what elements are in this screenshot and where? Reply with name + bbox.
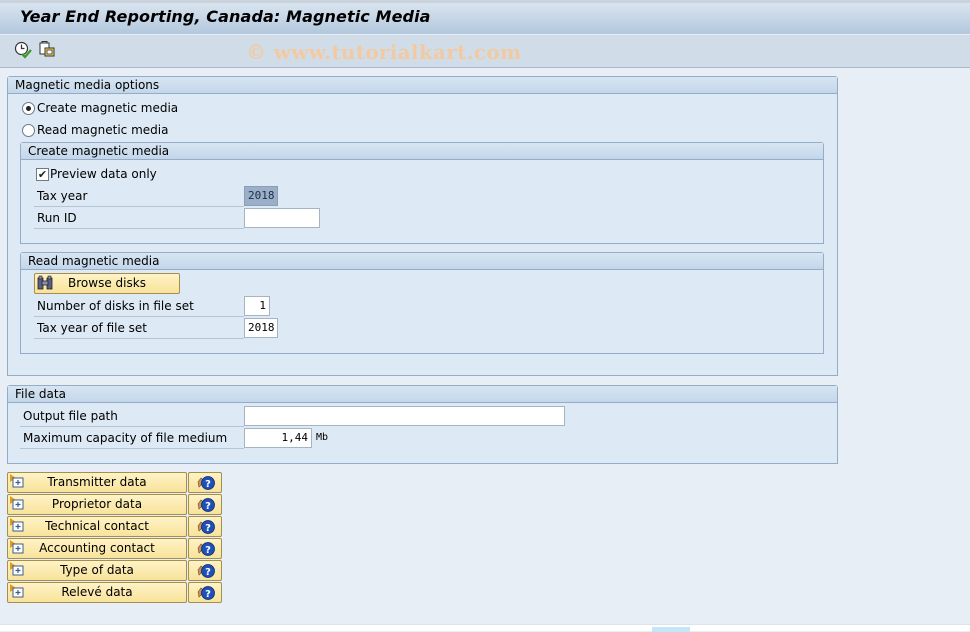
num-disks-input[interactable]: 1	[244, 296, 270, 316]
num-disks-label-row: Number of disks in file set	[34, 296, 244, 317]
execute-clock-icon[interactable]	[14, 41, 32, 59]
run-id-label-row: Run ID	[34, 208, 244, 229]
data-section-label: Transmitter data	[47, 475, 147, 489]
data-section-button[interactable]: Transmitter data	[7, 472, 187, 493]
create-magnetic-media-radio[interactable]	[22, 102, 35, 115]
data-section-button[interactable]: Proprietor data	[7, 494, 187, 515]
svg-text:?: ?	[205, 479, 211, 490]
help-button[interactable]: ?	[188, 472, 222, 493]
help-button[interactable]: ?	[188, 560, 222, 581]
svg-text:?: ?	[205, 501, 211, 512]
preview-data-only-label: Preview data only	[50, 167, 157, 181]
binoculars-icon	[37, 275, 53, 297]
help-hand-icon: ?	[197, 585, 215, 604]
help-hand-icon: ?	[197, 563, 215, 582]
expand-section-icon	[10, 474, 26, 494]
help-button[interactable]: ?	[188, 582, 222, 603]
run-id-label: Run ID	[37, 211, 77, 225]
expand-section-icon	[10, 584, 26, 604]
data-section-button[interactable]: Relevé data	[7, 582, 187, 603]
output-path-label: Output file path	[23, 409, 118, 423]
group-header: Create magnetic media	[21, 143, 823, 160]
watermark-text: © www.tutorialkart.com	[246, 40, 522, 64]
data-section-label: Type of data	[60, 563, 134, 577]
preview-data-only-checkbox[interactable]: ✔	[36, 168, 49, 181]
create-magnetic-media-label: Create magnetic media	[37, 101, 179, 115]
page-title: Year End Reporting, Canada: Magnetic Med…	[20, 7, 431, 26]
help-hand-icon: ?	[197, 519, 215, 538]
svg-text:?: ?	[205, 589, 211, 600]
application-toolbar: © www.tutorialkart.com	[0, 35, 970, 68]
read-magnetic-media-label: Read magnetic media	[37, 123, 169, 137]
group-header: Magnetic media options	[8, 77, 837, 94]
data-section-label: Accounting contact	[39, 541, 155, 555]
data-section-label: Technical contact	[45, 519, 149, 533]
tax-year-file-set-label-row: Tax year of file set	[34, 318, 244, 339]
help-hand-icon: ?	[197, 497, 215, 516]
tax-year-file-set-label: Tax year of file set	[37, 321, 148, 335]
group-header: File data	[8, 386, 837, 403]
max-capacity-label-row: Maximum capacity of file medium	[20, 428, 244, 449]
tax-year-label: Tax year	[37, 189, 88, 203]
tax-year-file-set-input[interactable]: 2018	[244, 318, 278, 338]
expand-section-icon	[10, 562, 26, 582]
svg-text:?: ?	[205, 567, 211, 578]
capacity-unit: Mb	[316, 432, 329, 443]
svg-text:?: ?	[205, 523, 211, 534]
status-bar	[0, 624, 970, 632]
output-file-path-input[interactable]	[244, 406, 565, 426]
help-hand-icon: ?	[197, 541, 215, 560]
data-section-button[interactable]: Technical contact	[7, 516, 187, 537]
help-button[interactable]: ?	[188, 494, 222, 515]
help-button[interactable]: ?	[188, 516, 222, 537]
read-magnetic-media-radio[interactable]	[22, 124, 35, 137]
data-section-button[interactable]: Type of data	[7, 560, 187, 581]
run-id-input[interactable]	[244, 208, 320, 228]
expand-section-icon	[10, 518, 26, 538]
data-section-button[interactable]: Accounting contact	[7, 538, 187, 559]
title-bar: Year End Reporting, Canada: Magnetic Med…	[0, 0, 970, 35]
help-hand-icon: ?	[197, 475, 215, 494]
max-capacity-input[interactable]: 1,44	[244, 428, 312, 448]
status-indicator	[652, 627, 690, 632]
output-path-label-row: Output file path	[20, 406, 244, 427]
tax-year-label-row: Tax year	[34, 186, 244, 207]
data-section-label: Proprietor data	[51, 497, 143, 511]
group-header: Read magnetic media	[21, 253, 823, 270]
expand-section-icon	[10, 540, 26, 560]
data-section-label: Relevé data	[61, 585, 133, 599]
browse-disks-label: Browse disks	[68, 276, 146, 290]
num-disks-label: Number of disks in file set	[37, 299, 194, 313]
browse-disks-button[interactable]: Browse disks	[34, 273, 180, 294]
svg-text:?: ?	[205, 545, 211, 556]
max-capacity-label: Maximum capacity of file medium	[23, 431, 228, 445]
tax-year-field: 2018	[244, 186, 278, 206]
help-button[interactable]: ?	[188, 538, 222, 559]
get-variant-icon[interactable]	[38, 41, 56, 59]
expand-section-icon	[10, 496, 26, 516]
